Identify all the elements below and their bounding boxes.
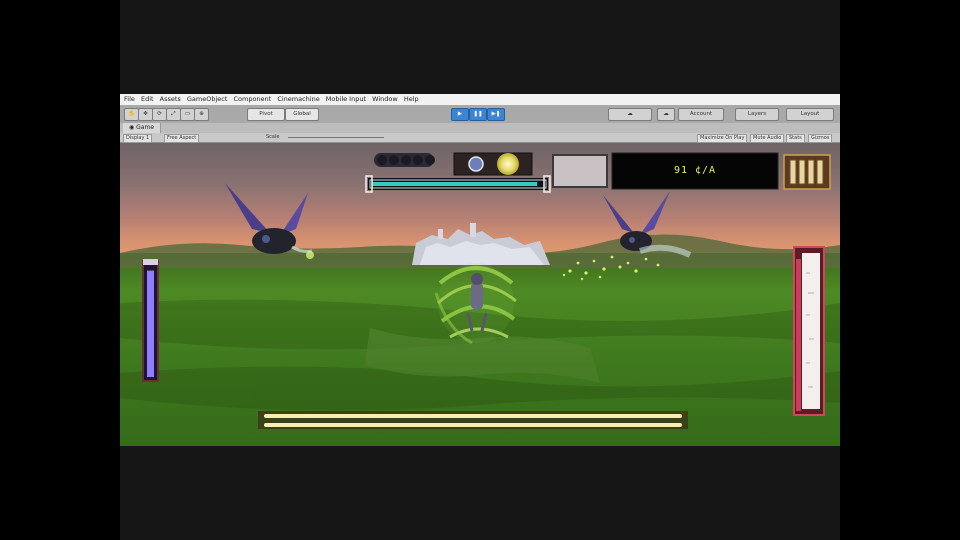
pivot-toggle[interactable]: Pivot <box>247 108 285 121</box>
tab-game[interactable]: ◉ Game <box>123 123 162 133</box>
stamina-bar <box>365 175 551 193</box>
rect-icon: ▭ <box>184 111 191 117</box>
menu-assets[interactable]: Assets <box>160 95 181 103</box>
services-button[interactable]: ☁ <box>657 108 675 121</box>
letterbox-right <box>840 0 960 540</box>
menu-cinemachine[interactable]: Cinemachine <box>277 95 319 103</box>
move-tool-button[interactable]: ✥ <box>138 108 153 121</box>
editor-toolbar: ✋ ✥ ⟳ ⤢ ▭ ⊕ Pivot Global ▶ ❚❚ ▶❚ ☁ ☁ Acc… <box>120 105 840 124</box>
menu-component[interactable]: Component <box>233 95 271 103</box>
aspect-dropdown[interactable]: Free Aspect <box>164 134 200 143</box>
move-icon: ✥ <box>143 111 148 117</box>
stats-toggle[interactable]: Stats <box>786 134 805 143</box>
play-icon: ▶ <box>457 111 463 117</box>
distant-castle <box>412 223 550 265</box>
rect-tool-button[interactable]: ▭ <box>180 108 195 121</box>
account-dropdown[interactable]: Account <box>678 108 724 121</box>
hand-icon: ✋ <box>128 111 135 117</box>
collab-button[interactable]: ☁ <box>608 108 652 121</box>
scale-tool-button[interactable]: ⤢ <box>166 108 181 121</box>
letterbox-bottom <box>120 446 840 540</box>
rotate-icon: ⟳ <box>157 111 162 117</box>
step-button[interactable]: ▶❚ <box>487 108 505 121</box>
tab-game-label: Game <box>136 124 155 131</box>
maximize-on-play-toggle[interactable]: Maximize On Play <box>697 134 748 143</box>
layers-dropdown[interactable]: Layers <box>735 108 779 121</box>
gizmos-dropdown[interactable]: Gizmos <box>808 134 833 143</box>
score-text: 91 ¢/A <box>673 165 717 176</box>
charge-bar <box>258 411 688 429</box>
layout-dropdown[interactable]: Layout <box>786 108 834 121</box>
transform-icon: ⊕ <box>199 111 204 117</box>
scale-slider[interactable] <box>288 137 384 138</box>
menu-window[interactable]: Window <box>372 95 398 103</box>
letterbox-top <box>120 0 840 94</box>
rotate-tool-button[interactable]: ⟳ <box>152 108 167 121</box>
menu-help[interactable]: Help <box>404 95 419 103</box>
ammo-chain-icon <box>374 153 435 167</box>
step-icon: ▶❚ <box>491 111 501 117</box>
menu-edit[interactable]: Edit <box>141 95 154 103</box>
transform-tool-button[interactable]: ⊕ <box>194 108 209 121</box>
pause-button[interactable]: ❚❚ <box>469 108 487 121</box>
hand-tool-button[interactable]: ✋ <box>124 108 139 121</box>
screen: File Edit Assets GameObject Component Ci… <box>0 0 960 540</box>
menu-file[interactable]: File <box>124 95 135 103</box>
cloud-icon: ☁ <box>627 111 633 117</box>
scale-icon: ⤢ <box>171 111 176 117</box>
game-viewport[interactable]: 91 ¢/A <box>120 143 840 446</box>
cloud-services-icon: ☁ <box>663 111 669 117</box>
mana-gauge <box>142 259 159 382</box>
pause-icon: ❚❚ <box>473 111 483 117</box>
health-gauge <box>793 246 825 416</box>
skill-orb-panel[interactable] <box>453 152 533 176</box>
display-dropdown[interactable]: Display 1 <box>123 134 153 143</box>
item-slot[interactable] <box>552 154 608 188</box>
scale-label: Scale <box>266 134 280 140</box>
play-button[interactable]: ▶ <box>451 108 469 121</box>
global-toggle[interactable]: Global <box>285 108 319 121</box>
menu-mobile-input[interactable]: Mobile Input <box>326 95 366 103</box>
card-slots[interactable] <box>783 154 831 190</box>
letterbox-left <box>0 0 120 540</box>
mute-audio-toggle[interactable]: Mute Audio <box>750 134 785 143</box>
menu-gameobject[interactable]: GameObject <box>187 95 228 103</box>
game-options-row: Display 1 Free Aspect Scale Maximize On … <box>120 133 840 143</box>
